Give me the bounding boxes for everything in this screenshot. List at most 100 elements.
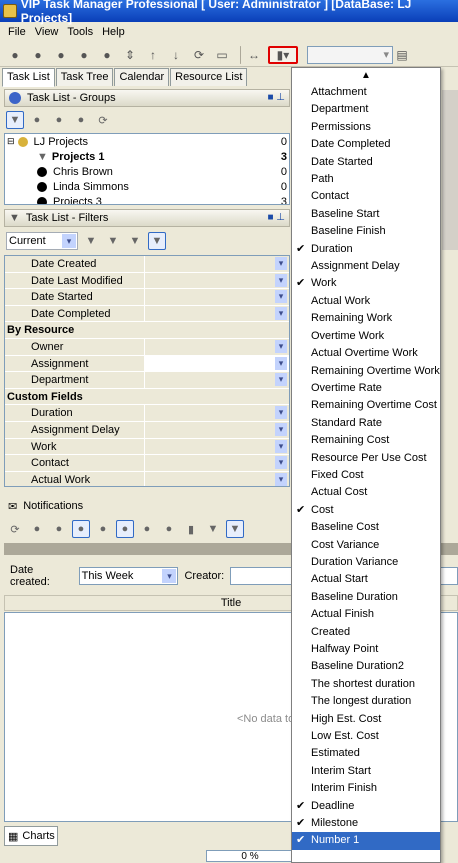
move-down-icon[interactable]: ↓ bbox=[167, 46, 185, 64]
tree-item-root[interactable]: ⊟ LJ Projects 0 bbox=[5, 134, 289, 149]
filter-value-select[interactable] bbox=[145, 372, 289, 388]
column-menu-item[interactable]: Low Est. Cost bbox=[292, 728, 440, 745]
column-menu-item[interactable]: Actual Cost bbox=[292, 484, 440, 501]
filter-value-select[interactable] bbox=[145, 256, 289, 272]
pin-icon[interactable]: ■ ⊥ bbox=[267, 92, 285, 103]
filter-apply-icon[interactable]: ▼ bbox=[148, 232, 166, 250]
eye-icon[interactable]: ● bbox=[28, 520, 46, 538]
funnel-icon[interactable]: ▼ bbox=[204, 520, 222, 538]
column-menu-item[interactable]: Baseline Finish bbox=[292, 223, 440, 240]
column-menu-item[interactable]: Date Started bbox=[292, 154, 440, 171]
column-menu-item[interactable]: Cost Variance bbox=[292, 537, 440, 554]
current-filter-select[interactable]: Current bbox=[6, 232, 78, 250]
date-created-select[interactable]: This Week bbox=[78, 567, 179, 585]
delete-group-icon[interactable]: ● bbox=[72, 111, 90, 129]
filter-row[interactable]: Department bbox=[5, 372, 289, 389]
column-menu-item[interactable]: ✔ Cost bbox=[292, 502, 440, 519]
move-up-icon[interactable]: ↑ bbox=[144, 46, 162, 64]
refresh-groups-icon[interactable]: ⟳ bbox=[94, 111, 112, 129]
menu-file[interactable]: File bbox=[8, 26, 26, 38]
new-subtask-icon[interactable]: ● bbox=[29, 46, 47, 64]
filter-value-select[interactable] bbox=[145, 272, 289, 289]
column-menu-item[interactable]: Duration Variance bbox=[292, 554, 440, 571]
tree-item-projects1[interactable]: ▼ Projects 1 3 bbox=[5, 149, 289, 164]
filter-row[interactable]: Actual Work bbox=[5, 471, 289, 486]
tree-item-projects3[interactable]: Projects 3 3 bbox=[5, 194, 289, 204]
column-menu-item[interactable]: Actual Finish bbox=[292, 606, 440, 623]
column-menu-item[interactable]: Remaining Overtime Cost bbox=[292, 397, 440, 414]
add-group-icon[interactable]: ● bbox=[28, 111, 46, 129]
column-menu-item[interactable]: Remaining Cost bbox=[292, 432, 440, 449]
pin-icon[interactable]: ■ ⊥ bbox=[267, 212, 285, 223]
edit-group-icon[interactable]: ● bbox=[50, 111, 68, 129]
column-menu-item[interactable]: ✔ Work bbox=[292, 275, 440, 292]
menu-view[interactable]: View bbox=[35, 26, 59, 38]
tree-item-linda[interactable]: Linda Simmons 0 bbox=[5, 179, 289, 194]
column-menu-item[interactable]: ✔ Number 1 bbox=[292, 832, 440, 850]
filter-row[interactable]: Date Last Modified bbox=[5, 272, 289, 290]
eye-off-icon[interactable]: ● bbox=[50, 520, 68, 538]
column-menu-item[interactable]: Created bbox=[292, 624, 440, 641]
column-menu-item[interactable]: Interim Start bbox=[292, 763, 440, 780]
filter-row[interactable]: Assignment bbox=[5, 355, 289, 373]
copy-task-icon[interactable]: ● bbox=[98, 46, 116, 64]
columns-icon[interactable]: ▮ bbox=[182, 520, 200, 538]
column-menu-item[interactable]: The longest duration bbox=[292, 693, 440, 710]
tree-item-chris[interactable]: Chris Brown 0 bbox=[5, 164, 289, 179]
filter-row[interactable]: Date Created bbox=[5, 256, 289, 273]
column-menu-item[interactable]: Attachment bbox=[292, 84, 440, 101]
column-menu-item[interactable]: Assignment Delay bbox=[292, 258, 440, 275]
delete-task-icon[interactable]: ● bbox=[75, 46, 93, 64]
menu-help[interactable]: Help bbox=[102, 26, 125, 38]
column-menu-item[interactable]: Path bbox=[292, 171, 440, 188]
forward-icon[interactable]: ● bbox=[160, 520, 178, 538]
column-menu-item[interactable]: Resource Per Use Cost bbox=[292, 450, 440, 467]
column-menu-item[interactable]: Actual Overtime Work bbox=[292, 345, 440, 362]
print-icon[interactable]: ▤ bbox=[393, 46, 411, 64]
column-menu-item[interactable]: ✔ Duration bbox=[292, 241, 440, 258]
column-menu-item[interactable]: Permissions bbox=[292, 119, 440, 136]
tab-resource-list[interactable]: Resource List bbox=[170, 68, 248, 86]
column-menu-item[interactable]: Baseline Start bbox=[292, 206, 440, 223]
compose-icon[interactable]: ● bbox=[116, 520, 134, 538]
view-icon[interactable]: ▭ bbox=[213, 46, 231, 64]
refresh-icon[interactable]: ⟳ bbox=[6, 520, 24, 538]
filter-value-select[interactable] bbox=[145, 305, 289, 322]
filter-value-select[interactable] bbox=[145, 405, 289, 421]
edit-task-icon[interactable]: ● bbox=[52, 46, 70, 64]
filter-icon[interactable]: ▼ bbox=[6, 111, 24, 129]
filter-row[interactable]: Date Completed bbox=[5, 305, 289, 323]
fit-width-icon[interactable]: ↔ bbox=[245, 46, 263, 64]
columns-menu-button[interactable]: ▮▾ bbox=[268, 45, 298, 64]
filter-value-select[interactable] bbox=[145, 421, 289, 438]
filter-value-select[interactable] bbox=[145, 289, 289, 305]
column-menu-item[interactable]: Actual Start bbox=[292, 571, 440, 588]
filter-value-select[interactable] bbox=[145, 355, 289, 372]
filter-value-select[interactable] bbox=[145, 471, 289, 486]
column-menu-item[interactable]: Overtime Rate bbox=[292, 380, 440, 397]
charts-tab[interactable]: ▦ Charts bbox=[4, 826, 58, 846]
column-menu-item[interactable]: Overtime Work bbox=[292, 328, 440, 345]
column-menu-item[interactable]: Actual Work bbox=[292, 293, 440, 310]
filter-row[interactable]: Date Started bbox=[5, 289, 289, 306]
column-menu-item[interactable]: High Est. Cost bbox=[292, 711, 440, 728]
column-menu-item[interactable]: Baseline Duration2 bbox=[292, 658, 440, 675]
column-menu-item[interactable]: Contact bbox=[292, 188, 440, 205]
column-menu-item[interactable]: The shortest duration bbox=[292, 676, 440, 693]
tab-task-list[interactable]: Task List bbox=[2, 68, 55, 87]
toolbar-combo[interactable] bbox=[307, 45, 393, 64]
filter-row[interactable]: Owner bbox=[5, 338, 289, 356]
filter-value-select[interactable] bbox=[145, 455, 289, 471]
column-menu-item[interactable]: Estimated bbox=[292, 745, 440, 762]
outbox-icon[interactable]: ● bbox=[94, 520, 112, 538]
move-icon[interactable]: ⇕ bbox=[121, 46, 139, 64]
inbox-icon[interactable]: ● bbox=[72, 520, 90, 538]
column-menu-item[interactable]: Remaining Work bbox=[292, 310, 440, 327]
collapse-icon[interactable]: ⊟ bbox=[7, 136, 15, 147]
column-menu-item[interactable]: ✔ Deadline bbox=[292, 798, 440, 815]
column-menu-item[interactable]: Remaining Overtime Work bbox=[292, 363, 440, 380]
column-menu-item[interactable]: Interim Finish bbox=[292, 780, 440, 797]
column-menu-item[interactable]: Department bbox=[292, 101, 440, 118]
filter-row[interactable]: Duration bbox=[5, 405, 289, 422]
menu-tools[interactable]: Tools bbox=[67, 26, 93, 38]
